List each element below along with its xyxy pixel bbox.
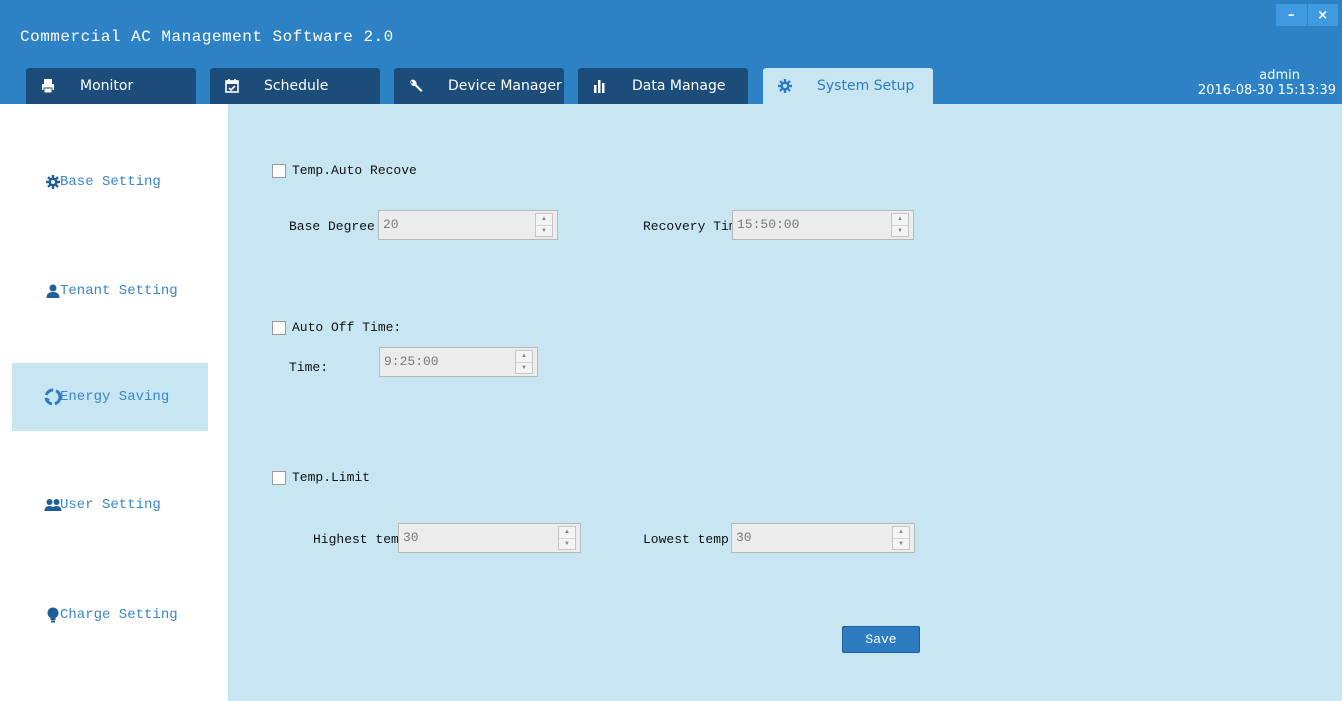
temp-limit-row: Temp.Limit: [272, 470, 370, 485]
wrench-icon: [394, 78, 438, 94]
time-label: Time:: [289, 360, 329, 375]
spinbox-buttons: ▲ ▼: [558, 526, 576, 550]
spin-down-icon[interactable]: ▼: [892, 224, 908, 237]
title-bar: Commercial AC Management Software 2.0 – …: [0, 0, 1342, 104]
lowest-temp-label: Lowest temp: [643, 532, 729, 547]
username: admin: [1259, 68, 1300, 83]
tab-label: Monitor: [80, 78, 134, 94]
temp-auto-recover-row: Temp.Auto Recove: [272, 163, 417, 178]
sidebar-item-base-setting[interactable]: Base Setting: [12, 148, 208, 216]
base-degree-spinbox[interactable]: 20 ▲ ▼: [378, 210, 558, 240]
sidebar-item-label: Tenant Setting: [60, 283, 178, 299]
temp-limit-checkbox[interactable]: [272, 470, 286, 485]
sidebar-item-label: Base Setting: [60, 174, 161, 190]
bar-chart-icon: [578, 78, 622, 94]
close-button[interactable]: ×: [1306, 4, 1338, 26]
auto-off-time-row: Auto Off Time:: [272, 320, 401, 335]
sidebar-item-label: Energy Saving: [60, 389, 170, 405]
temp-auto-recover-checkbox[interactable]: [272, 163, 286, 178]
tab-label: Device Manager: [448, 78, 562, 94]
printer-icon: [26, 78, 70, 94]
recovery-time-spinbox[interactable]: 15:50:00 ▲ ▼: [732, 210, 914, 240]
spinbox-buttons: ▲ ▼: [535, 213, 553, 237]
spinbox-value[interactable]: 9:25:00: [380, 348, 515, 376]
window-controls: – ×: [1276, 4, 1338, 26]
spinbox-value[interactable]: 15:50:00: [733, 211, 891, 239]
spin-down-icon[interactable]: ▼: [559, 537, 575, 550]
tab-monitor[interactable]: Monitor: [26, 68, 196, 104]
auto-off-time-checkbox[interactable]: [272, 320, 286, 335]
tab-schedule[interactable]: Schedule: [210, 68, 380, 104]
sidebar-item-charge-setting[interactable]: Charge Setting: [12, 581, 208, 649]
checkbox-label: Auto Off Time:: [292, 320, 402, 335]
datetime: 2016-08-30 15:13:39: [1197, 83, 1336, 98]
app-title: Commercial AC Management Software 2.0: [20, 28, 394, 46]
spin-down-icon[interactable]: ▼: [536, 224, 552, 237]
spin-up-icon[interactable]: ▲: [559, 527, 575, 538]
sidebar: Base Setting Tenant Setting Energy Savin…: [0, 104, 228, 701]
minimize-button[interactable]: –: [1276, 4, 1307, 26]
gear-icon: [763, 78, 807, 94]
lowest-temp-spinbox[interactable]: 30 ▲ ▼: [731, 523, 915, 553]
spin-up-icon[interactable]: ▲: [536, 214, 552, 225]
checkbox-label: Temp.Limit: [292, 470, 371, 485]
spinbox-value[interactable]: 20: [379, 211, 535, 239]
spin-up-icon[interactable]: ▲: [516, 351, 532, 362]
spinbox-buttons: ▲ ▼: [891, 213, 909, 237]
sidebar-item-tenant-setting[interactable]: Tenant Setting: [12, 257, 208, 325]
spin-down-icon[interactable]: ▼: [516, 361, 532, 374]
tab-label: Schedule: [264, 78, 329, 94]
sidebar-item-label: User Setting: [60, 497, 161, 513]
tab-label: Data Manage: [632, 78, 726, 94]
spinbox-buttons: ▲ ▼: [515, 350, 533, 374]
spinbox-value[interactable]: 30: [399, 524, 558, 552]
sidebar-item-label: Charge Setting: [60, 607, 178, 623]
sidebar-item-user-setting[interactable]: User Setting: [12, 471, 208, 539]
sidebar-item-energy-saving[interactable]: Energy Saving: [12, 363, 208, 431]
user-info: admin 2016-08-30 15:13:39: [1198, 68, 1336, 98]
recovery-time-label: Recovery Time: [643, 219, 733, 234]
checkbox-label: Temp.Auto Recove: [292, 163, 417, 178]
spinbox-buttons: ▲ ▼: [892, 526, 910, 550]
highest-temp-spinbox[interactable]: 30 ▲ ▼: [398, 523, 581, 553]
tab-system-setup[interactable]: System Setup: [763, 68, 933, 104]
spin-up-icon[interactable]: ▲: [893, 527, 909, 538]
energy-saving-panel: Temp.Auto Recove Base Degree 20 ▲ ▼ Reco…: [228, 104, 1342, 701]
base-degree-label: Base Degree: [289, 219, 375, 234]
tab-data-manage[interactable]: Data Manage: [578, 68, 748, 104]
calendar-check-icon: [210, 78, 254, 94]
spin-up-icon[interactable]: ▲: [892, 214, 908, 225]
tab-device-manager[interactable]: Device Manager: [394, 68, 564, 104]
tab-label: System Setup: [817, 78, 915, 94]
spin-down-icon[interactable]: ▼: [893, 537, 909, 550]
save-button[interactable]: Save: [842, 626, 920, 653]
spinbox-value[interactable]: 30: [732, 524, 892, 552]
auto-off-time-spinbox[interactable]: 9:25:00 ▲ ▼: [379, 347, 538, 377]
highest-temp-label: Highest temp: [313, 532, 399, 547]
